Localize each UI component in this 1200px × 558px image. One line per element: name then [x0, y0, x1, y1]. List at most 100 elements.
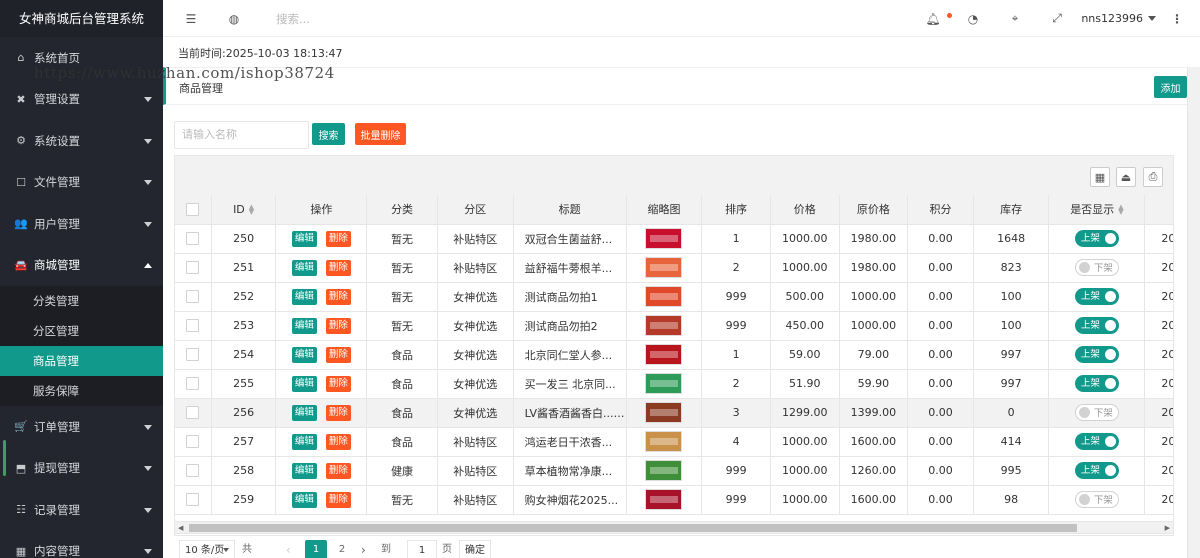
- row-checkbox[interactable]: [186, 232, 200, 246]
- cell-actions: 编辑 删除: [275, 369, 368, 399]
- sidebar-item-4[interactable]: ☐ 文件管理: [0, 162, 163, 204]
- submenu-item-4[interactable]: 服务保障: [0, 376, 163, 406]
- globe-icon[interactable]: ◍: [224, 0, 244, 37]
- delete-button[interactable]: 删除: [325, 491, 351, 508]
- sidebar-item-2[interactable]: ✖ 管理设置: [0, 79, 163, 121]
- delete-button[interactable]: 删除: [325, 433, 351, 450]
- submenu-item-2[interactable]: 分区管理: [0, 316, 163, 346]
- visibility-toggle[interactable]: 上架: [1074, 346, 1119, 363]
- visibility-toggle[interactable]: 上架: [1074, 462, 1119, 479]
- page-1[interactable]: 1: [305, 540, 327, 558]
- search-button[interactable]: 搜索: [312, 123, 345, 145]
- visibility-toggle[interactable]: 上架: [1074, 433, 1119, 450]
- cell-actions: 编辑 删除: [275, 340, 368, 370]
- column-header: 原价格: [839, 195, 909, 225]
- prev-page-icon[interactable]: ‹: [286, 540, 291, 558]
- sidebar-scroll-indicator[interactable]: [3, 440, 6, 476]
- delete-button[interactable]: 删除: [325, 404, 351, 421]
- bell-icon[interactable]: 🔔︎: [923, 0, 943, 37]
- column-header: 标题: [513, 195, 627, 225]
- sidebar-item-3[interactable]: ⚙ 系统设置: [0, 120, 163, 162]
- edit-button[interactable]: 编辑: [291, 404, 317, 421]
- cell-actions: 编辑 删除: [275, 456, 368, 486]
- thumbnail-image: [645, 286, 683, 307]
- visibility-toggle[interactable]: 上架: [1074, 375, 1119, 392]
- row-checkbox[interactable]: [186, 319, 200, 333]
- delete-button[interactable]: 删除: [325, 462, 351, 479]
- delete-button[interactable]: 删除: [325, 230, 351, 247]
- page-2[interactable]: 2: [331, 540, 353, 558]
- edit-button[interactable]: 编辑: [291, 375, 317, 392]
- goto-confirm-button[interactable]: 确定: [459, 540, 491, 558]
- visibility-toggle[interactable]: 上架: [1074, 288, 1119, 305]
- page-size-select[interactable]: 10 条/页: [179, 540, 235, 558]
- print-icon[interactable]: ⎙: [1143, 167, 1163, 187]
- row-checkbox[interactable]: [186, 464, 200, 478]
- sidebar-item-6[interactable]: 🚘 商城管理: [0, 245, 163, 287]
- more-icon[interactable]: ⋮: [1167, 0, 1187, 37]
- header-search-input[interactable]: 搜索...: [276, 11, 310, 27]
- delete-button[interactable]: 删除: [325, 375, 351, 392]
- sort-icon[interactable]: ▲ ▼: [249, 203, 254, 215]
- sidebar-item-after-4[interactable]: ▦ 内容管理: [0, 531, 163, 558]
- column-header[interactable]: 是否显示 ▲ ▼: [1048, 195, 1146, 225]
- delete-button[interactable]: 删除: [325, 346, 351, 363]
- row-checkbox[interactable]: [186, 348, 200, 362]
- cell-sort: 3: [701, 398, 771, 428]
- edit-button[interactable]: 编辑: [291, 317, 317, 334]
- cell-title: 购女神烟花2025...: [513, 485, 627, 515]
- cell-id: 251: [211, 253, 277, 283]
- export-icon[interactable]: ⏏: [1116, 167, 1136, 187]
- select-all-checkbox[interactable]: [186, 203, 200, 216]
- edit-button[interactable]: 编辑: [291, 462, 317, 479]
- tag-icon[interactable]: ⌖: [1005, 0, 1025, 37]
- visibility-toggle[interactable]: 下架: [1074, 259, 1119, 276]
- menu-collapse-icon[interactable]: ☰: [181, 0, 201, 37]
- table-row: 255 编辑 删除 食品 女神优选 买一发三 北京同... 2 51.90 59.90 0.00 9…: [175, 369, 1173, 399]
- user-menu[interactable]: nns123996: [1081, 12, 1156, 25]
- goto-page-input[interactable]: 1: [407, 540, 437, 558]
- sidebar-item-5[interactable]: 👥 用户管理: [0, 203, 163, 245]
- row-checkbox[interactable]: [186, 493, 200, 507]
- row-checkbox[interactable]: [186, 435, 200, 449]
- row-checkbox[interactable]: [186, 261, 200, 275]
- add-button[interactable]: 添加: [1154, 76, 1187, 98]
- edit-button[interactable]: 编辑: [291, 491, 317, 508]
- sort-icon[interactable]: ▲ ▼: [1118, 204, 1123, 216]
- scroll-right-icon[interactable]: ▶: [1165, 524, 1170, 532]
- visibility-toggle[interactable]: 上架: [1074, 317, 1119, 334]
- cell-orig-price: 1399.00: [839, 398, 909, 428]
- vertical-scrollbar[interactable]: [1187, 67, 1200, 558]
- sidebar-item-after-3[interactable]: ☷ 记录管理: [0, 489, 163, 531]
- chevron-down-icon: [144, 97, 152, 103]
- columns-filter-icon[interactable]: ▦: [1090, 167, 1110, 187]
- fullscreen-icon[interactable]: ⤢: [1047, 0, 1067, 37]
- next-page-icon[interactable]: ›: [361, 540, 366, 558]
- dashboard-icon[interactable]: ◔: [963, 0, 983, 37]
- scroll-thumb[interactable]: [189, 524, 1077, 532]
- delete-button[interactable]: 删除: [325, 288, 351, 305]
- name-search-input[interactable]: [174, 121, 309, 149]
- edit-button[interactable]: 编辑: [291, 433, 317, 450]
- edit-button[interactable]: 编辑: [291, 230, 317, 247]
- sidebar-item-after-2[interactable]: ⬒ 提现管理: [0, 448, 163, 490]
- visibility-toggle[interactable]: 下架: [1074, 491, 1119, 508]
- edit-button[interactable]: 编辑: [291, 288, 317, 305]
- scroll-left-icon[interactable]: ◀: [178, 524, 183, 532]
- edit-button[interactable]: 编辑: [291, 346, 317, 363]
- sidebar-item-after-1[interactable]: 🛒 订单管理: [0, 406, 163, 448]
- submenu-item-1[interactable]: 分类管理: [0, 286, 163, 316]
- edit-button[interactable]: 编辑: [291, 259, 317, 276]
- column-header[interactable]: ID ▲ ▼: [211, 195, 277, 225]
- row-checkbox[interactable]: [186, 406, 200, 420]
- delete-button[interactable]: 删除: [325, 317, 351, 334]
- cell-visibility: 上架: [1048, 224, 1146, 254]
- visibility-toggle[interactable]: 上架: [1074, 230, 1119, 247]
- batch-delete-button[interactable]: 批量删除: [355, 123, 406, 145]
- delete-button[interactable]: 删除: [325, 259, 351, 276]
- row-checkbox[interactable]: [186, 290, 200, 304]
- submenu-item-3[interactable]: 商品管理: [0, 346, 163, 376]
- row-checkbox[interactable]: [186, 377, 200, 391]
- horizontal-scrollbar[interactable]: ◀ ▶: [174, 521, 1174, 534]
- visibility-toggle[interactable]: 下架: [1074, 404, 1119, 421]
